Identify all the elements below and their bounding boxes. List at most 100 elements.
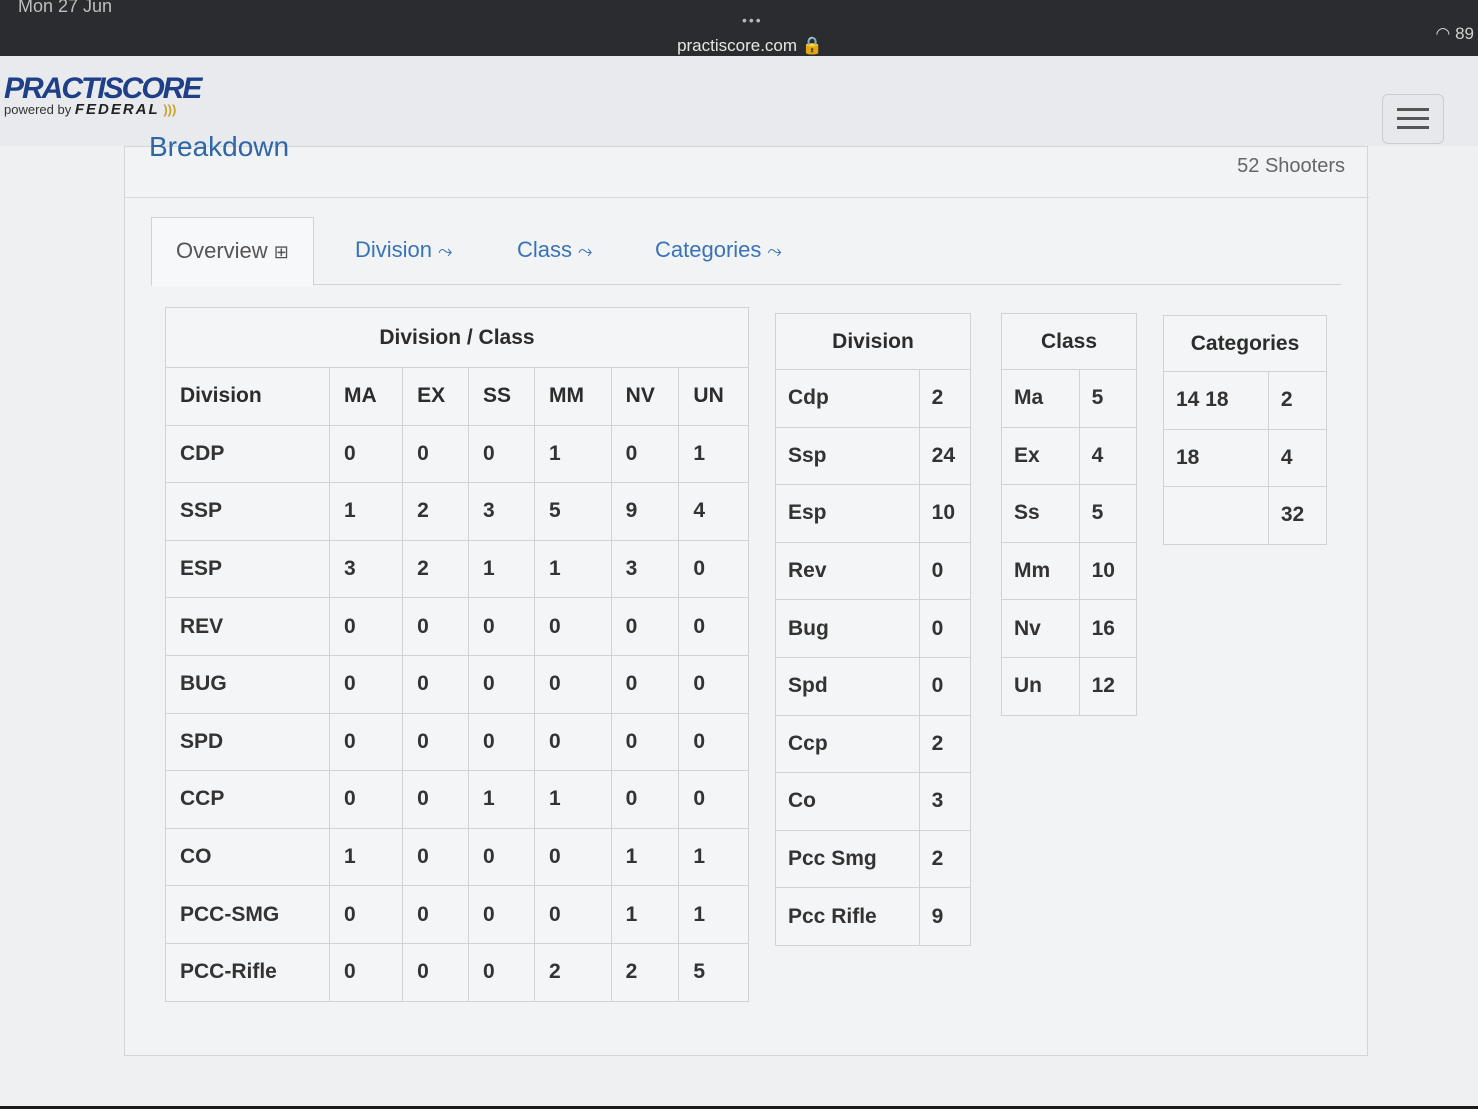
tab-label: Class [517, 237, 573, 262]
value-cell: 5 [678, 942, 749, 1002]
value-cell: 2 [918, 714, 972, 774]
value-cell: 2 [402, 539, 470, 599]
value-cell: 5 [1078, 369, 1138, 428]
value-cell: 1 [328, 482, 404, 541]
value-cell: 9 [610, 482, 680, 541]
table-icon: ⊞ [273, 242, 289, 262]
row-label-cell: CDP [165, 424, 330, 484]
table-row: Ssp 24 [775, 426, 972, 486]
tab-class[interactable]: Class ⤳ [517, 217, 592, 285]
value-cell: 3 [918, 772, 972, 831]
categories-table: Categories 14 18 2 18 4 32 [1163, 315, 1328, 545]
table-caption: Division [775, 313, 971, 370]
value-cell: 0 [468, 827, 535, 887]
value-cell: 0 [678, 654, 749, 714]
table-row: SSP 1 2 3 5 9 4 [165, 482, 749, 541]
value-cell: 0 [402, 885, 470, 944]
row-label-cell: BUG [165, 654, 330, 714]
row-label-cell: 14 18 [1163, 371, 1269, 430]
value-cell: 3 [468, 482, 535, 541]
value-cell: 4 [678, 482, 749, 541]
hamburger-menu-icon[interactable] [1382, 94, 1444, 144]
value-cell: 24 [918, 426, 972, 486]
column-header: MM [534, 367, 612, 426]
value-cell: 0 [402, 827, 470, 887]
value-cell: 2 [918, 369, 972, 428]
more-dots-icon[interactable]: ••• [742, 12, 763, 28]
tab-categories[interactable]: Categories ⤳ [655, 217, 782, 285]
value-cell: 0 [610, 424, 680, 484]
column-header: MA [328, 367, 404, 426]
row-label-cell: Ma [1001, 369, 1080, 428]
chart-icon: ⤳ [438, 241, 453, 261]
value-cell: 0 [328, 597, 404, 656]
class-table: Class Ma 5 Ex 4 Ss 5 Mm 10 Nv 16 Un 12 [1001, 313, 1138, 716]
logo-arc-icon: ))) [163, 102, 177, 117]
table-row: PCC-SMG 0 0 0 0 1 1 [165, 885, 749, 944]
row-label-cell: Pcc Rifle [775, 887, 920, 946]
value-cell: 4 [1078, 426, 1138, 486]
value-cell: 0 [610, 654, 680, 714]
value-cell: 0 [678, 770, 749, 829]
value-cell: 0 [468, 597, 535, 656]
value-cell: 0 [678, 712, 749, 772]
table-row: Co 3 [775, 772, 972, 831]
wifi-battery-indicator: ◠ 89 [1435, 24, 1474, 43]
table-row: CDP 0 0 0 1 0 1 [165, 424, 749, 484]
value-cell: 3 [328, 539, 404, 599]
table-row: 14 18 2 [1163, 371, 1328, 430]
value-cell: 1 [678, 885, 749, 944]
value-cell: 2 [610, 942, 680, 1002]
tab-division[interactable]: Division ⤳ [355, 217, 452, 285]
breakdown-panel: Breakdown 52 Shooters Overview ⊞ Division… [124, 131, 1369, 1056]
breakdown-tabs: Overview ⊞ Division ⤳ Class ⤳ Categories ⤳ [151, 217, 1341, 286]
value-cell: 16 [1078, 599, 1138, 658]
table-caption: Categories [1163, 315, 1327, 372]
value-cell: 1 [328, 827, 404, 887]
table-row: Pcc Smg 2 [775, 829, 972, 889]
row-label-cell: Ss [1001, 484, 1080, 543]
value-cell: 0 [402, 770, 470, 829]
value-cell: 0 [328, 654, 404, 714]
value-cell: 0 [328, 770, 404, 829]
table-row: Ex 4 [1001, 426, 1138, 486]
value-cell: 0 [402, 942, 470, 1002]
row-label-cell: ESP [165, 539, 330, 599]
logo-wordmark: PRACTISCORE [4, 72, 202, 105]
row-label-cell: Ex [1001, 426, 1080, 486]
value-cell: 4 [1267, 428, 1328, 488]
row-label-cell: SPD [165, 712, 330, 772]
value-cell: 2 [1267, 371, 1328, 430]
tab-overview[interactable]: Overview ⊞ [151, 217, 314, 286]
value-cell: 0 [402, 597, 470, 656]
row-label-cell: Nv [1001, 599, 1080, 658]
value-cell: 5 [534, 482, 612, 541]
row-label-cell: CCP [165, 770, 330, 829]
value-cell: 0 [678, 597, 749, 656]
value-cell: 0 [402, 654, 470, 714]
table-caption: Class [1001, 313, 1137, 370]
value-cell: 1 [610, 827, 680, 887]
shooter-count: 52 Shooters [1237, 155, 1345, 177]
value-cell: 0 [468, 654, 535, 714]
table-row: BUG 0 0 0 0 0 0 [165, 654, 749, 714]
table-row: PCC-Rifle 0 0 0 2 2 5 [165, 942, 749, 1002]
divider [125, 197, 1369, 198]
value-cell: 1 [468, 539, 535, 599]
value-cell: 0 [918, 599, 972, 658]
table-row: CO 1 0 0 0 1 1 [165, 827, 749, 887]
value-cell: 3 [610, 539, 680, 599]
column-header: EX [402, 367, 470, 426]
address-bar-url[interactable]: practiscore.com 🔒 [0, 36, 1478, 56]
row-label-cell: Spd [775, 656, 920, 716]
panel-title: Breakdown [149, 131, 290, 162]
column-header: SS [468, 367, 535, 426]
practiscore-logo[interactable]: PRACTISCORE powered by FEDERAL ))) [4, 72, 202, 118]
row-label-cell: Mm [1001, 541, 1080, 601]
table-row: Un 12 [1001, 656, 1138, 716]
division-class-table: Division / Class Division MA EX SS MM NV… [165, 307, 749, 1002]
table-row: Ss 5 [1001, 484, 1138, 543]
value-cell: 10 [1078, 541, 1138, 601]
value-cell: 0 [328, 712, 404, 772]
table-row: Mm 10 [1001, 541, 1138, 601]
